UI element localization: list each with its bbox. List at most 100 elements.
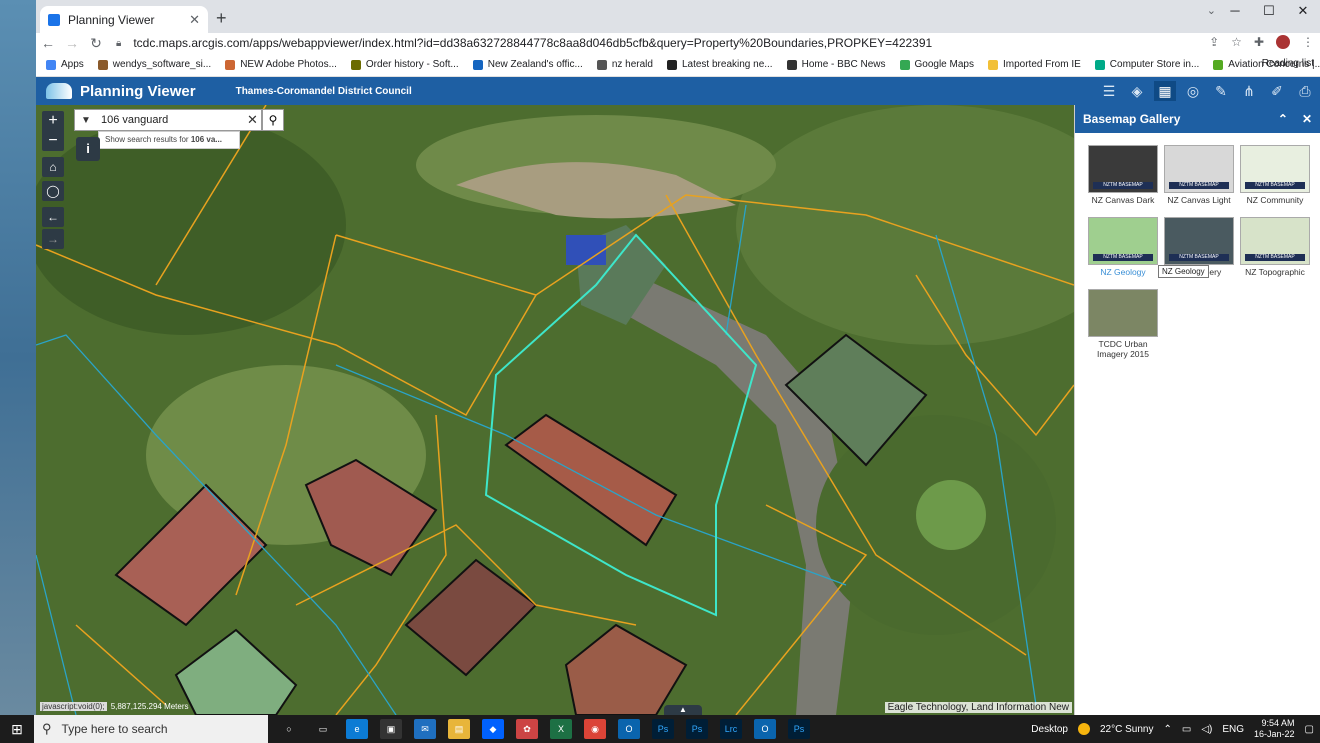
profile-avatar[interactable] <box>1276 35 1290 49</box>
reading-list[interactable]: Reading list <box>1262 58 1314 69</box>
scale-bar: javascript:void(0); 5,887,125.294 Meters <box>40 702 189 711</box>
zoom-out-button[interactable]: − <box>42 131 64 151</box>
locate-button[interactable]: ◯ <box>42 181 64 201</box>
reload-button[interactable]: ↻ <box>84 35 108 52</box>
map-view[interactable]: + − ⌂ ◯ ← → ▼ 106 vanguard ✕ ⚲ Show sear… <box>36 105 1074 715</box>
basemap-gallery-icon[interactable]: ▦ <box>1154 81 1176 101</box>
gallery-title: Basemap Gallery <box>1083 112 1181 126</box>
dropbox-icon[interactable]: ◆ <box>482 719 504 739</box>
bookmark-item[interactable]: Home - BBC News <box>786 59 886 70</box>
collapse-panel-icon[interactable]: ⌃ <box>1278 112 1288 126</box>
next-extent-button[interactable]: → <box>42 229 64 249</box>
extensions-icon[interactable]: ✚ <box>1254 35 1264 49</box>
bookmark-item[interactable]: Apps <box>46 59 84 70</box>
back-button[interactable]: ← <box>36 35 60 51</box>
map-attribution: Eagle Technology, Land Information New <box>884 702 1072 713</box>
basemap-item[interactable]: NZTM BASEMAP NZ Topographic <box>1239 217 1311 277</box>
gallery-header: Basemap Gallery ⌃ ✕ <box>1075 105 1320 133</box>
basemap-thumbnail <box>1088 289 1158 337</box>
volume-icon[interactable]: ◁) <box>1201 724 1212 735</box>
home-button[interactable]: ⌂ <box>42 157 64 177</box>
lightroom-icon[interactable]: Lrc <box>720 719 742 739</box>
basemap-item[interactable]: TCDC Urban Imagery 2015 <box>1087 289 1159 359</box>
bookmark-star-icon[interactable]: ☆ <box>1231 35 1242 49</box>
notifications-icon[interactable]: ▢ <box>1305 724 1314 735</box>
bookmark-item[interactable]: Order history - Soft... <box>350 59 459 70</box>
basemap-thumbnail: NZTM BASEMAP <box>1164 217 1234 265</box>
close-window-button[interactable]: ✕ <box>1286 0 1320 22</box>
cortana-icon[interactable]: ○ <box>278 719 300 739</box>
browser-menu-icon[interactable]: ⋮ <box>1302 35 1314 49</box>
bookmark-item[interactable]: nz herald <box>596 59 653 70</box>
info-button[interactable]: i <box>76 137 100 161</box>
forward-button[interactable]: → <box>60 35 84 51</box>
bookmark-label: Imported From IE <box>1002 59 1081 70</box>
outlook-icon[interactable]: O <box>618 719 640 739</box>
edge-icon[interactable]: e <box>346 719 368 739</box>
photoshop-icon[interactable]: Ps <box>652 719 674 739</box>
photoshop-2-icon[interactable]: Ps <box>686 719 708 739</box>
close-tab-icon[interactable]: ✕ <box>189 12 200 28</box>
close-panel-icon[interactable]: ✕ <box>1302 112 1312 126</box>
bookmark-label: wendys_software_si... <box>112 59 212 70</box>
taskbar-search[interactable]: ⚲ Type here to search <box>34 715 268 743</box>
system-tray: Desktop 22°C Sunny ⌃ ▭ ◁) ENG 9:54 AM 16… <box>1031 715 1314 743</box>
start-button[interactable]: ⊞ <box>0 721 34 738</box>
draw-icon[interactable]: ✐ <box>1266 81 1288 101</box>
basemap-item[interactable]: NZTM BASEMAP NZ Geology <box>1087 217 1159 277</box>
search-suggestion[interactable]: Show search results for 106 va... <box>98 131 240 149</box>
task-view-icon[interactable]: ▭ <box>312 719 334 739</box>
globe-icon[interactable]: ◎ <box>1182 81 1204 101</box>
maximize-button[interactable]: ☐ <box>1252 0 1286 22</box>
previous-extent-button[interactable]: ← <box>42 207 64 227</box>
store-icon[interactable]: ▣ <box>380 719 402 739</box>
weather-text[interactable]: 22°C Sunny <box>1100 724 1153 735</box>
url-field[interactable]: tcdc.maps.arcgis.com/apps/webappviewer/i… <box>133 36 932 50</box>
excel-icon[interactable]: X <box>550 719 572 739</box>
expand-panel-button[interactable]: ▲ <box>664 705 702 715</box>
basemap-thumbnail: NZTM BASEMAP <box>1240 217 1310 265</box>
scale-value: 5,887,125.294 Meters <box>110 702 189 711</box>
basemap-item[interactable]: NZTM BASEMAP NZ Canvas Dark <box>1087 145 1159 205</box>
minimize-button[interactable]: ─ <box>1218 0 1252 22</box>
windows-taskbar: ⊞ ⚲ Type here to search ○ ▭ e ▣ ✉ ▤ ◆ ✿ … <box>0 715 1320 743</box>
network-icon[interactable]: ⋔ <box>1238 81 1260 101</box>
layers-icon[interactable]: ◈ <box>1126 81 1148 101</box>
bookmark-item[interactable]: Latest breaking ne... <box>666 59 773 70</box>
language-indicator[interactable]: ENG <box>1222 724 1244 735</box>
print-icon[interactable]: ⎙ <box>1294 81 1316 101</box>
bookmark-item[interactable]: NEW Adobe Photos... <box>225 59 337 70</box>
photos-icon[interactable]: ✿ <box>516 719 538 739</box>
chrome-icon[interactable]: ◉ <box>584 719 606 739</box>
zoom-in-button[interactable]: + <box>42 111 64 131</box>
photoshop-3-icon[interactable]: Ps <box>788 719 810 739</box>
new-tab-button[interactable]: + <box>216 8 227 29</box>
outlook-2-icon[interactable]: O <box>754 719 776 739</box>
tab-search-icon[interactable]: ⌄ <box>1207 4 1216 17</box>
basemap-item[interactable]: NZTM BASEMAP NZ Canvas Light <box>1163 145 1235 205</box>
bookmark-icon <box>225 59 236 70</box>
clock[interactable]: 9:54 AM 16-Jan-22 <box>1254 718 1295 740</box>
bookmark-item[interactable]: Google Maps <box>899 59 974 70</box>
bookmark-icon <box>97 59 108 70</box>
explorer-icon[interactable]: ▤ <box>448 719 470 739</box>
desktop-toolbar[interactable]: Desktop <box>1031 724 1068 735</box>
measure-icon[interactable]: ✎ <box>1210 81 1232 101</box>
clear-search-icon[interactable]: ✕ <box>247 112 261 128</box>
network-icon[interactable]: ▭ <box>1182 724 1191 735</box>
bookmark-label: Apps <box>61 59 84 70</box>
search-input[interactable]: 106 vanguard <box>97 114 247 126</box>
tray-chevron-icon[interactable]: ⌃ <box>1163 724 1171 735</box>
search-button[interactable]: ⚲ <box>262 109 284 131</box>
bookmark-item[interactable]: Imported From IE <box>987 59 1081 70</box>
basemap-item[interactable]: NZTM BASEMAP NZ Community <box>1239 145 1311 205</box>
bookmark-item[interactable]: Computer Store in... <box>1094 59 1199 70</box>
tab-planning-viewer[interactable]: Planning Viewer ✕ <box>40 6 208 33</box>
mail-icon[interactable]: ✉ <box>414 719 436 739</box>
search-source-dropdown-icon[interactable]: ▼ <box>75 115 97 126</box>
legend-icon[interactable]: ☰ <box>1098 81 1120 101</box>
share-icon[interactable]: ⇪ <box>1209 35 1219 49</box>
basemap-label: NZ Canvas Dark <box>1091 195 1155 205</box>
bookmark-item[interactable]: New Zealand's offic... <box>472 59 583 70</box>
bookmark-item[interactable]: wendys_software_si... <box>97 59 212 70</box>
